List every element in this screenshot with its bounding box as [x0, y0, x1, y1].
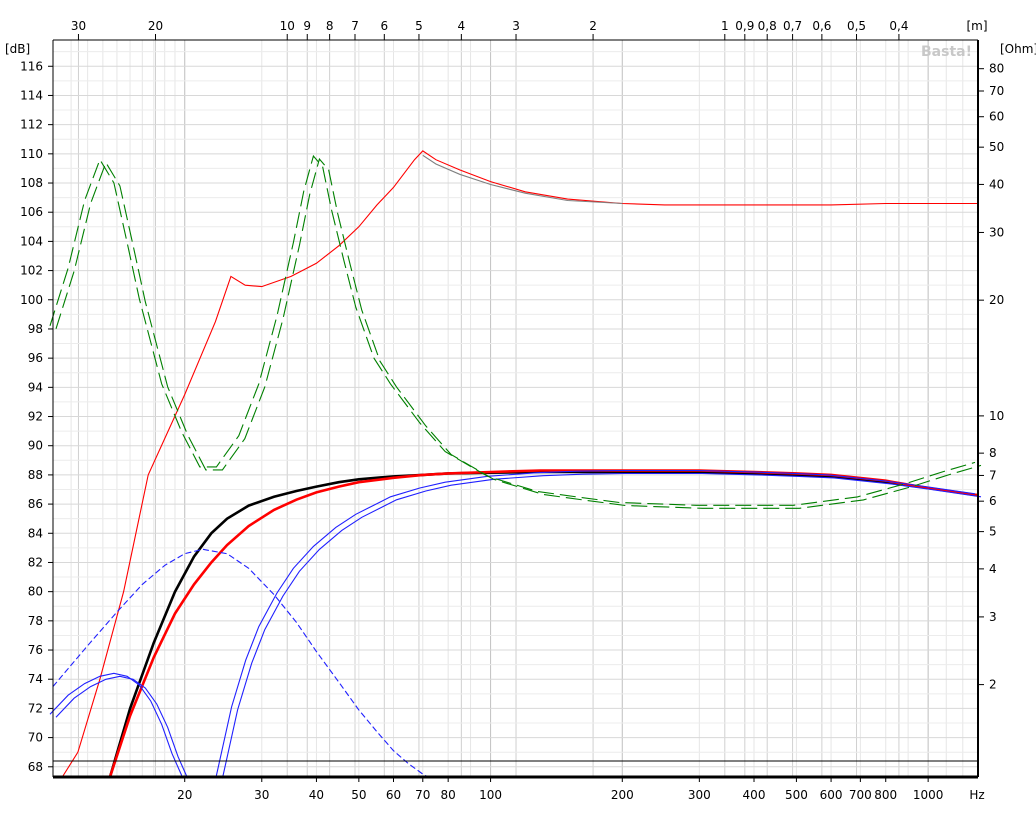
- y-left-tick-label: 86: [28, 497, 43, 511]
- x-top-tick-label: 0,7: [783, 19, 802, 33]
- y-left-tick-label: 92: [28, 410, 43, 424]
- x-bottom-tick-label: 40: [309, 788, 324, 802]
- y-right-tick-label: 40: [989, 177, 1004, 191]
- x-top-tick-label: 2: [589, 19, 597, 33]
- x-top-tick-label: 8: [326, 19, 334, 33]
- y-left-tick-label: 104: [20, 234, 43, 248]
- y-left-tick-label: 114: [20, 88, 43, 102]
- y-left-tick-label: 110: [20, 147, 43, 161]
- x-top-tick-label: 0,8: [758, 19, 777, 33]
- x-bottom-tick-label: 100: [479, 788, 502, 802]
- y-right-tick-label: 10: [989, 409, 1004, 423]
- y-right-tick-label: 30: [989, 225, 1004, 239]
- x-top-tick-label: 20: [148, 19, 163, 33]
- y-left-tick-label: 90: [28, 439, 43, 453]
- x-top-tick-label: 5: [415, 19, 423, 33]
- x-top-tick-label: 0,5: [847, 19, 866, 33]
- x-bottom-tick-label: 80: [441, 788, 456, 802]
- x-top-tick-label: 30: [71, 19, 86, 33]
- frequency-response-chart: 6870727476788082848688909294969810010210…: [0, 0, 1036, 822]
- x-bottom-tick-label: 20: [177, 788, 192, 802]
- x-bottom-tick-label: 700: [849, 788, 872, 802]
- x-bottom-tick-label: 70: [415, 788, 430, 802]
- y-right-tick-label: 60: [989, 110, 1004, 124]
- y-left-tick-label: 84: [28, 526, 43, 540]
- y-left-tick-label: 88: [28, 468, 43, 482]
- x-bottom-tick-label: 1000: [913, 788, 944, 802]
- x-top-tick-label: 1: [721, 19, 729, 33]
- x-top-tick-label: 0,6: [812, 19, 831, 33]
- y-left-tick-label: 80: [28, 585, 43, 599]
- y-right-tick-label: 20: [989, 293, 1004, 307]
- x-top-tick-label: 9: [303, 19, 311, 33]
- y-left-tick-label: 96: [28, 351, 43, 365]
- y-left-tick-label: 108: [20, 176, 43, 190]
- y-left-tick-label: 68: [28, 760, 43, 774]
- y-right-unit-label: [Ohm]: [1000, 42, 1036, 56]
- y-left-tick-label: 100: [20, 293, 43, 307]
- x-top-unit-label: [m]: [966, 19, 987, 33]
- y-left-tick-label: 72: [28, 701, 43, 715]
- y-left-tick-label: 116: [20, 59, 43, 73]
- x-bottom-tick-label: 600: [820, 788, 843, 802]
- x-bottom-tick-label: 30: [254, 788, 269, 802]
- y-right-tick-label: 2: [989, 678, 997, 692]
- x-top-tick-label: 4: [458, 19, 466, 33]
- y-left-tick-label: 102: [20, 264, 43, 278]
- y-left-tick-label: 78: [28, 614, 43, 628]
- y-left-tick-label: 94: [28, 380, 43, 394]
- y-right-tick-label: 7: [989, 468, 997, 482]
- x-bottom-tick-label: 500: [785, 788, 808, 802]
- x-top-tick-label: 0,9: [735, 19, 754, 33]
- y-right-tick-label: 3: [989, 610, 997, 624]
- y-left-tick-label: 82: [28, 555, 43, 569]
- y-left-tick-label: 112: [20, 118, 43, 132]
- x-bottom-tick-label: 200: [611, 788, 634, 802]
- x-bottom-tick-label: 300: [688, 788, 711, 802]
- x-bottom-tick-label: 60: [386, 788, 401, 802]
- x-bottom-tick-label: 800: [874, 788, 897, 802]
- y-left-tick-label: 76: [28, 643, 43, 657]
- y-left-tick-label: 70: [28, 731, 43, 745]
- y-right-tick-label: 50: [989, 140, 1004, 154]
- y-left-tick-label: 74: [28, 672, 43, 686]
- x-top-tick-label: 3: [512, 19, 520, 33]
- y-right-tick-label: 70: [989, 84, 1004, 98]
- x-bottom-unit-label: Hz: [969, 788, 984, 802]
- y-right-tick-label: 5: [989, 525, 997, 539]
- y-right-tick-label: 8: [989, 446, 997, 460]
- y-right-tick-label: 6: [989, 494, 997, 508]
- x-top-tick-label: 0,4: [889, 19, 908, 33]
- y-left-unit-label: [dB]: [5, 42, 30, 56]
- y-right-tick-label: 80: [989, 62, 1004, 76]
- watermark: Basta!: [921, 44, 972, 60]
- x-bottom-tick-label: 50: [351, 788, 366, 802]
- x-top-tick-label: 7: [351, 19, 359, 33]
- y-right-tick-label: 4: [989, 562, 997, 576]
- y-left-tick-label: 106: [20, 205, 43, 219]
- x-top-tick-label: 10: [280, 19, 295, 33]
- x-top-tick-label: 6: [380, 19, 388, 33]
- x-bottom-tick-label: 400: [743, 788, 766, 802]
- y-left-tick-label: 98: [28, 322, 43, 336]
